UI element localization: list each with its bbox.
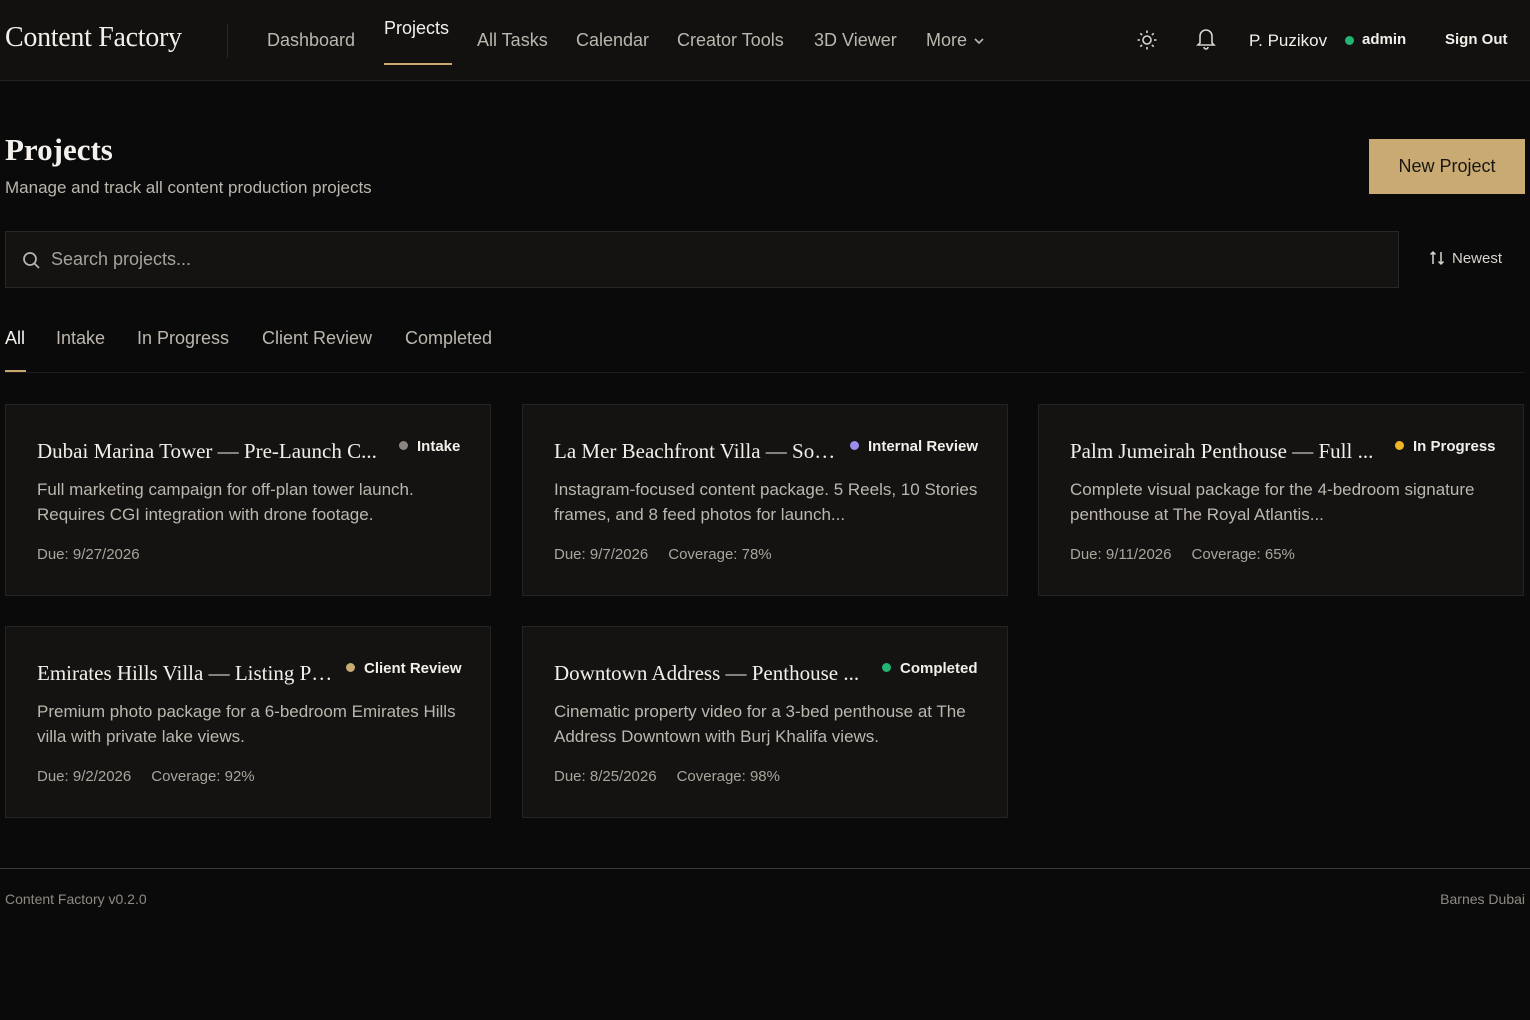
- status-label: Completed: [900, 660, 978, 677]
- project-description: Premium photo package for a 6-bedroom Em…: [37, 702, 456, 746]
- project-title[interactable]: La Mer Beachfront Villa — Soc...: [554, 439, 839, 464]
- project-meta: Due: 9/7/2026 Coverage: 78%: [554, 546, 772, 563]
- nav-dashboard[interactable]: Dashboard: [267, 30, 355, 51]
- search-input[interactable]: [51, 232, 1381, 287]
- project-card[interactable]: Dubai Marina Tower — Pre-Launch C... Int…: [5, 404, 491, 596]
- status-label: In Progress: [1413, 438, 1496, 455]
- coverage: Coverage: 78%: [668, 546, 772, 563]
- project-card[interactable]: Emirates Hills Villa — Listing Ph... Cli…: [5, 626, 491, 818]
- project-title[interactable]: Emirates Hills Villa — Listing Ph...: [37, 661, 337, 686]
- project-meta: Due: 9/11/2026 Coverage: 65%: [1070, 546, 1295, 563]
- due-date: Due: 8/25/2026: [554, 768, 657, 785]
- project-description: Complete visual package for the 4-bedroo…: [1070, 480, 1475, 524]
- nav-3d-viewer[interactable]: 3D Viewer: [814, 30, 897, 51]
- brand-divider: [227, 24, 228, 58]
- status-dot: [882, 663, 891, 672]
- status-badge: Internal Review: [850, 438, 978, 455]
- due-date: Due: 9/2/2026: [37, 768, 132, 785]
- tabs-divider: [5, 372, 1525, 373]
- project-description: Full marketing campaign for off-plan tow…: [37, 480, 414, 524]
- chevron-down-icon: [973, 31, 985, 52]
- sign-out-button[interactable]: Sign Out: [1445, 31, 1508, 48]
- project-card[interactable]: Palm Jumeirah Penthouse — Full ... In Pr…: [1038, 404, 1524, 596]
- status-dot: [850, 441, 859, 450]
- new-project-button[interactable]: New Project: [1369, 139, 1525, 194]
- project-meta: Due: 8/25/2026 Coverage: 98%: [554, 768, 780, 785]
- sort-label: Newest: [1452, 250, 1503, 267]
- status-badge: In Progress: [1395, 438, 1496, 455]
- user-role-badge: admin: [1362, 31, 1407, 48]
- page-title: Projects: [5, 132, 113, 167]
- status-label: Client Review: [364, 660, 462, 677]
- search-bar: [5, 231, 1399, 288]
- project-description: Cinematic property video for a 3-bed pen…: [554, 702, 966, 746]
- project-meta: Due: 9/2/2026 Coverage: 92%: [37, 768, 255, 785]
- footer-company: Barnes Dubai: [1440, 891, 1525, 907]
- tab-in-progress[interactable]: In Progress: [137, 328, 229, 349]
- status-badge: Completed: [882, 660, 978, 677]
- nav-creator-tools[interactable]: Creator Tools: [677, 30, 784, 51]
- project-meta: Due: 9/27/2026: [37, 546, 140, 563]
- user-name[interactable]: P. Puzikov: [1249, 31, 1327, 51]
- coverage: Coverage: 65%: [1191, 546, 1295, 563]
- project-title[interactable]: Dubai Marina Tower — Pre-Launch C...: [37, 439, 387, 464]
- tab-client-review[interactable]: Client Review: [262, 328, 372, 349]
- status-dot: [399, 441, 408, 450]
- project-title[interactable]: Palm Jumeirah Penthouse — Full ...: [1070, 439, 1385, 464]
- project-title[interactable]: Downtown Address — Penthouse ...: [554, 661, 872, 686]
- status-dot: [346, 663, 355, 672]
- page-subtitle: Manage and track all content production …: [5, 178, 372, 197]
- due-date: Due: 9/11/2026: [1070, 546, 1172, 563]
- coverage: Coverage: 92%: [151, 768, 255, 785]
- tab-completed[interactable]: Completed: [405, 328, 492, 349]
- nav-calendar[interactable]: Calendar: [576, 30, 649, 51]
- sort-button[interactable]: Newest: [1429, 250, 1502, 267]
- notifications-button[interactable]: [1195, 26, 1217, 55]
- nav-active-indicator: [384, 63, 452, 65]
- coverage: Coverage: 98%: [676, 768, 780, 785]
- tab-intake[interactable]: Intake: [56, 328, 105, 349]
- nav-projects[interactable]: Projects: [384, 18, 449, 39]
- due-date: Due: 9/7/2026: [554, 546, 649, 563]
- project-description: Instagram-focused content package. 5 Ree…: [554, 480, 978, 524]
- status-badge: Intake: [399, 438, 460, 455]
- top-navigation-bar: Content Factory Dashboard Projects All T…: [0, 0, 1530, 81]
- sun-icon: [1136, 30, 1158, 55]
- status-label: Internal Review: [868, 438, 979, 455]
- footer-version: Content Factory v0.2.0: [5, 891, 147, 907]
- brand-logo[interactable]: Content Factory: [5, 22, 182, 54]
- project-card[interactable]: La Mer Beachfront Villa — Soc... Interna…: [522, 404, 1008, 596]
- project-card[interactable]: Downtown Address — Penthouse ... Complet…: [522, 626, 1008, 818]
- theme-toggle-button[interactable]: [1136, 29, 1158, 56]
- nav-more-label: More: [926, 30, 968, 50]
- status-label: Intake: [417, 438, 461, 455]
- bell-icon: [1195, 29, 1217, 54]
- due-date: Due: 9/27/2026: [37, 546, 140, 563]
- online-status-dot: [1345, 36, 1354, 45]
- status-badge: Client Review: [346, 660, 462, 677]
- sort-icon: [1429, 250, 1452, 267]
- status-dot: [1395, 441, 1404, 450]
- nav-all-tasks[interactable]: All Tasks: [477, 30, 548, 51]
- footer-divider: [0, 868, 1530, 869]
- nav-more-dropdown[interactable]: More: [926, 30, 985, 52]
- tab-all[interactable]: All: [5, 328, 25, 349]
